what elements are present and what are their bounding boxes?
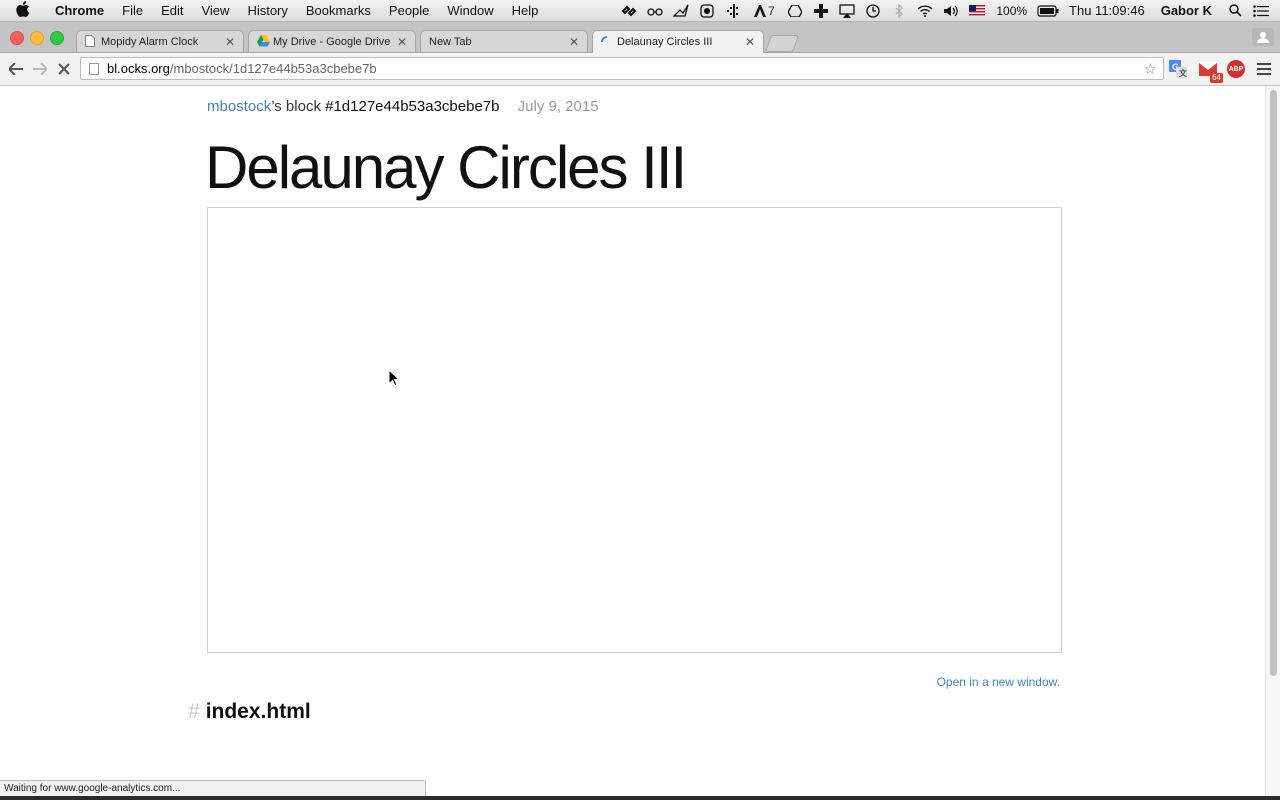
block-header: mbostock’s block #1d127e44b53a3cbebe7b J… xyxy=(207,98,599,115)
url-path: /mbostock/1d127e44b53a3cbebe7b xyxy=(169,61,377,76)
volume-icon[interactable] xyxy=(942,4,960,18)
file-heading-anchor[interactable]: # xyxy=(188,700,200,723)
menu-bar: Chrome File Edit View History Bookmarks … xyxy=(0,0,1280,22)
stop-loading-icon[interactable] xyxy=(54,59,74,79)
window-controls xyxy=(10,31,64,45)
tab-close-icon[interactable]: ✕ xyxy=(395,35,409,49)
open-new-window-link[interactable]: Open in a new window. xyxy=(900,675,1060,689)
author-link[interactable]: mbostock xyxy=(207,98,271,115)
tab-title: Mopidy Alarm Clock xyxy=(101,35,199,48)
window-zoom-button[interactable] xyxy=(50,31,64,45)
menu-edit[interactable]: Edit xyxy=(152,0,192,21)
hamburger-menu-icon[interactable] xyxy=(1254,59,1274,79)
tab-new-tab[interactable]: New Tab ✕ xyxy=(420,30,588,52)
battery-icon[interactable] xyxy=(1037,4,1059,18)
window-minimize-button[interactable] xyxy=(30,31,44,45)
tab-title: My Drive - Google Drive xyxy=(273,35,391,48)
scrollbar-thumb[interactable] xyxy=(1270,90,1277,676)
mouse-cursor-icon xyxy=(388,368,401,387)
gmail-unread-badge: 64 xyxy=(1210,73,1223,83)
tab-close-icon[interactable]: ✕ xyxy=(743,35,757,49)
menu-history[interactable]: History xyxy=(238,0,296,21)
back-arrow-icon[interactable] xyxy=(6,59,26,79)
status-bubble: Waiting for www.google-analytics.com... xyxy=(0,780,426,796)
clock[interactable]: Thu 11:09:46 xyxy=(1069,3,1145,18)
google-drive-tray-icon[interactable] xyxy=(786,4,804,18)
plus-cross-icon[interactable] xyxy=(812,3,830,18)
bluetooth-icon[interactable] xyxy=(890,3,908,18)
tray-count: 7 xyxy=(768,3,775,18)
new-tab-button[interactable] xyxy=(764,35,800,52)
glasses-icon[interactable] xyxy=(646,4,664,18)
gmail-notifier-icon[interactable]: 64 xyxy=(1198,59,1223,83)
document-icon xyxy=(85,35,96,48)
forward-arrow-icon[interactable] xyxy=(30,59,50,79)
bird-icon[interactable] xyxy=(672,4,690,18)
tab-mopidy-alarm-clock[interactable]: Mopidy Alarm Clock ✕ xyxy=(76,30,244,52)
page-icon xyxy=(89,62,99,75)
time-machine-icon[interactable] xyxy=(864,3,882,18)
address-bar[interactable]: bl.ocks.org/mbostock/1d127e44b53a3cbebe7… xyxy=(80,57,1164,80)
menu-file[interactable]: File xyxy=(113,0,152,21)
badge-icon[interactable] xyxy=(698,3,716,18)
vertical-scrollbar[interactable] xyxy=(1265,86,1280,796)
block-label: ’s block xyxy=(271,98,321,115)
battery-percentage: 100% xyxy=(996,3,1028,18)
menu-window[interactable]: Window xyxy=(438,0,502,21)
browser-toolbar: bl.ocks.org/mbostock/1d127e44b53a3cbebe7… xyxy=(0,53,1280,86)
adblock-plus-label: ABP xyxy=(1227,60,1245,78)
adblock-plus-icon[interactable]: ABP xyxy=(1226,59,1246,79)
link-chain-icon[interactable] xyxy=(620,4,638,18)
visualization-iframe[interactable] xyxy=(207,207,1062,653)
svg-text:文: 文 xyxy=(1179,68,1187,78)
menu-app-chrome[interactable]: Chrome xyxy=(46,0,113,21)
page-title: Delaunay Circles III xyxy=(205,134,687,201)
notification-center-icon[interactable] xyxy=(1252,4,1270,18)
menu-people[interactable]: People xyxy=(380,0,438,21)
adobe-icon[interactable]: 7 xyxy=(750,4,778,18)
menu-bookmarks[interactable]: Bookmarks xyxy=(297,0,380,21)
apple-icon[interactable] xyxy=(16,0,34,21)
menu-help[interactable]: Help xyxy=(503,0,548,21)
bookmark-star-icon[interactable]: ☆ xyxy=(1144,60,1157,78)
tab-my-drive[interactable]: My Drive - Google Drive ✕ xyxy=(248,30,416,52)
airplay-icon[interactable] xyxy=(838,3,856,18)
tab-title: Delaunay Circles III xyxy=(617,36,713,48)
user-account-menu[interactable]: Gabor K xyxy=(1161,3,1212,18)
tab-delaunay-circles[interactable]: Delaunay Circles III ✕ xyxy=(592,30,764,53)
google-drive-icon xyxy=(257,35,270,48)
window-close-button[interactable] xyxy=(10,31,24,45)
tab-close-icon[interactable]: ✕ xyxy=(567,35,581,49)
wifi-icon[interactable] xyxy=(916,4,934,18)
profile-icon[interactable] xyxy=(1252,28,1274,46)
dotted-grid-icon[interactable] xyxy=(724,3,742,18)
tab-strip: Mopidy Alarm Clock ✕ My Drive - Google D… xyxy=(0,22,1280,53)
tab-close-icon[interactable]: ✕ xyxy=(223,35,237,49)
tab-title: New Tab xyxy=(429,35,472,48)
us-flag-icon[interactable] xyxy=(968,4,986,18)
spotlight-search-icon[interactable] xyxy=(1226,4,1244,18)
block-date: July 9, 2015 xyxy=(517,98,599,115)
url-host: bl.ocks.org xyxy=(107,61,170,76)
window-bottom-edge xyxy=(0,796,1280,800)
page-viewport: mbostock’s block #1d127e44b53a3cbebe7b J… xyxy=(0,86,1266,796)
menu-view[interactable]: View xyxy=(192,0,238,21)
loading-spinner-icon xyxy=(601,35,612,49)
block-hash: #1d127e44b53a3cbebe7b xyxy=(325,98,500,115)
file-heading: # index.html xyxy=(188,700,311,724)
translate-icon[interactable]: G文 xyxy=(1168,59,1188,79)
file-heading-name: index.html xyxy=(205,700,311,723)
status-menus: 7 100% Thu 11:09:46 Gabor K xyxy=(616,0,1280,21)
